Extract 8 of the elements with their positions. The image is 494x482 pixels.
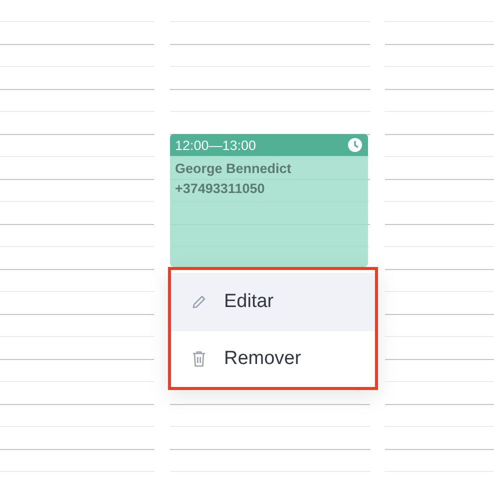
event-name: George Bennedict bbox=[175, 161, 292, 176]
event-time: 12:00—13:00 bbox=[175, 138, 256, 152]
trash-icon bbox=[191, 350, 207, 368]
pencil-icon bbox=[191, 294, 207, 310]
menu-item[interactable]: Remover bbox=[171, 331, 375, 387]
event-phone: +37493311050 bbox=[175, 181, 266, 196]
clock-icon bbox=[348, 138, 362, 152]
menu-item[interactable]: Editar bbox=[171, 273, 375, 331]
